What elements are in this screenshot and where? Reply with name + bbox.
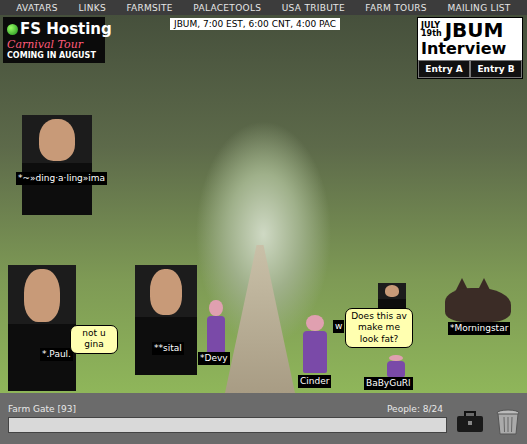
logo-title: FS Hosting: [7, 20, 101, 38]
nav-bar: AVATARS LINKS FARMSITE PALACETOOLS USA TRIBU…: [0, 0, 527, 15]
interview-header: JULY19thJBUM: [418, 18, 522, 40]
cat-body: [445, 288, 511, 322]
dirt-road: [225, 245, 295, 393]
interview-title: JBUM: [445, 20, 504, 40]
green-ball-icon: [7, 24, 18, 35]
avatar-head: [385, 285, 400, 298]
avatar-name: w: [333, 320, 344, 333]
chat-input[interactable]: [8, 417, 447, 433]
room-name: Farm Gate [93]: [8, 404, 76, 414]
sprite-body: [387, 361, 405, 377]
avatar-name: **sital: [152, 342, 184, 355]
avatar-name: BaByGuRl: [364, 377, 413, 390]
sprite-head: [306, 315, 324, 331]
nav-item[interactable]: MAILING LIST: [447, 3, 510, 13]
avatar-name: *Morningstar: [448, 322, 510, 335]
avatar-head: [24, 269, 59, 322]
entry-buttons: Entry AEntry B: [418, 60, 522, 78]
nav-item[interactable]: USA TRIBUTE: [282, 3, 345, 13]
interview-sign: JULY19thJBUMInterviewEntry AEntry B: [417, 17, 523, 79]
avatar-name: *Devy: [198, 352, 230, 365]
room-view: FS HostingCarnival TourCOMING IN AUGUST J…: [0, 15, 527, 393]
entry-button[interactable]: Entry B: [470, 60, 522, 78]
trash-icon[interactable]: [495, 408, 521, 436]
avatar[interactable]: [300, 315, 330, 373]
avatar-body: [22, 163, 92, 215]
sprite-head: [209, 300, 222, 316]
nav-item[interactable]: FARMSITE: [126, 3, 172, 13]
avatar[interactable]: [445, 278, 511, 322]
briefcase-icon[interactable]: [455, 410, 485, 434]
avatar[interactable]: [22, 115, 92, 215]
palace-client: AVATARS LINKS FARMSITE PALACETOOLS USA TRIBU…: [0, 0, 527, 444]
avatar-name: Cinder: [298, 375, 331, 388]
avatar-name: *.Paul.: [40, 348, 73, 361]
avatar-head: [39, 119, 75, 161]
people-count: People: 8/24: [387, 404, 443, 414]
nav-item[interactable]: PALACETOOLS: [193, 3, 261, 13]
fs-hosting-logo[interactable]: FS HostingCarnival TourCOMING IN AUGUST: [3, 17, 105, 63]
avatar-name: *~»ding·a·ling»ima: [16, 172, 107, 185]
avatar-head: [150, 269, 182, 315]
speech-bubble: not u gina: [70, 325, 118, 354]
logo-subtitle: Carnival Tour: [7, 38, 101, 51]
logo-tagline: COMING IN AUGUST: [7, 51, 101, 60]
avatar[interactable]: [385, 355, 407, 377]
interview-subtitle: Interview: [418, 40, 522, 60]
status-bar: Farm Gate [93] People: 8/24: [8, 404, 447, 414]
interview-date: JULY19th: [421, 22, 442, 39]
speech-bubble: Does this av make me look fat?: [345, 308, 413, 348]
entry-button[interactable]: Entry A: [418, 60, 470, 78]
status-panel: Farm Gate [93] People: 8/24: [0, 393, 527, 444]
avatar[interactable]: [135, 265, 197, 375]
sprite-body: [303, 331, 327, 373]
nav-item[interactable]: FARM TOURS: [365, 3, 427, 13]
avatar[interactable]: [8, 265, 76, 391]
nav-item[interactable]: LINKS: [78, 3, 106, 13]
nav-item[interactable]: AVATARS: [16, 3, 58, 13]
avatar[interactable]: [205, 300, 227, 358]
event-banner: JBUM, 7:00 EST, 6:00 CNT, 4:00 PAC: [170, 18, 340, 30]
